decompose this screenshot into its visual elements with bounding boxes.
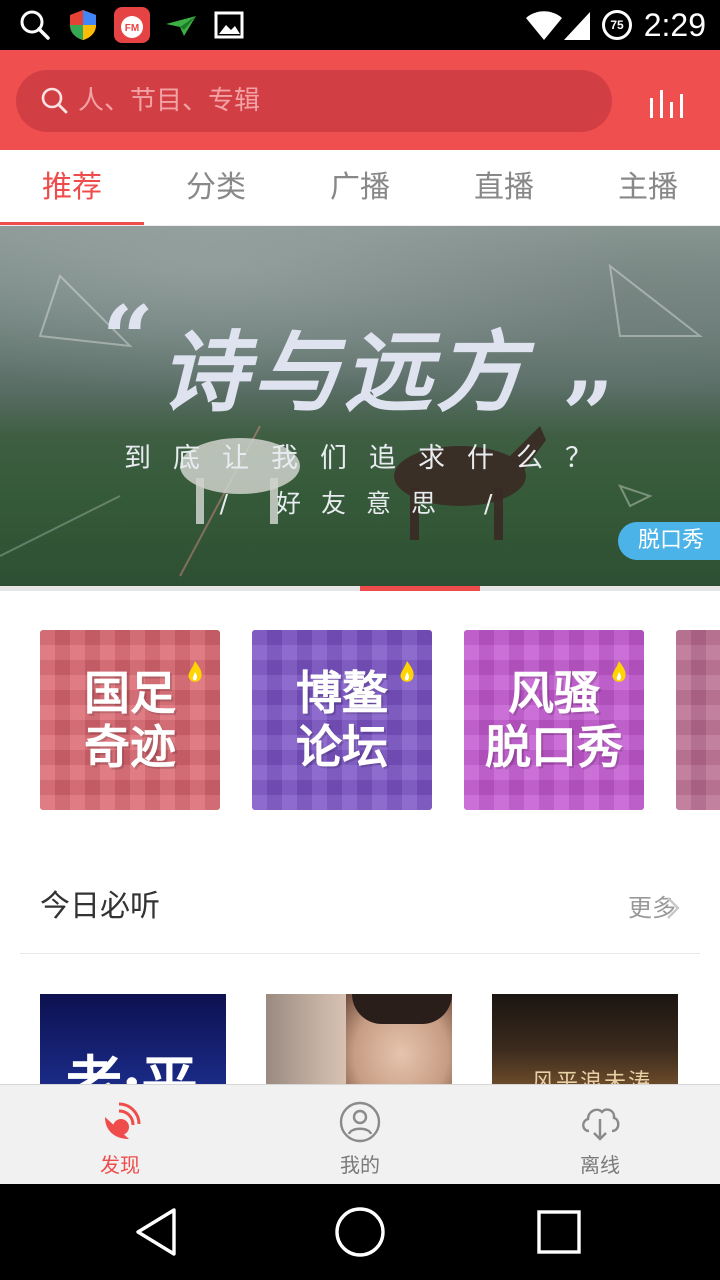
- nav-profile[interactable]: 我的: [240, 1085, 480, 1185]
- category-tile-national-football[interactable]: 国足 奇迹: [40, 630, 220, 810]
- bottom-navigation: 发现 我的 离线: [0, 1084, 720, 1184]
- banner-page-indicator-active: [360, 586, 480, 591]
- nav-profile-label: 我的: [340, 1153, 380, 1177]
- program-card-title: 风平浪未涛: [532, 1070, 653, 1084]
- banner-page-indicator: [0, 586, 720, 591]
- shield-icon: [70, 10, 96, 40]
- profile-icon: [339, 1101, 381, 1143]
- nav-discover[interactable]: 发现: [0, 1085, 240, 1185]
- discover-icon: [105, 1102, 141, 1139]
- program-card[interactable]: 老·平: [40, 994, 226, 1084]
- banner-category-tag: 脱口秀: [617, 522, 720, 560]
- section-title: 今日必听: [40, 889, 160, 924]
- ranking-chart-icon[interactable]: [648, 86, 688, 120]
- nav-offline-label: 离线: [580, 1153, 620, 1177]
- signal-icon: [564, 12, 590, 40]
- active-tab-indicator: [0, 222, 144, 225]
- banner-subtitle-2: / 好友意思 /: [219, 489, 513, 518]
- image-icon: [214, 11, 244, 39]
- hot-flame-icon: [188, 661, 202, 682]
- hot-flame-icon: [400, 661, 414, 682]
- banner-title: 诗与远方: [160, 320, 529, 424]
- wifi-icon: [526, 11, 562, 40]
- program-card[interactable]: 风平浪未涛: [492, 994, 678, 1084]
- search-icon: [20, 10, 50, 40]
- recents-icon[interactable]: [536, 1209, 582, 1255]
- app-header: 人、节目、专辑: [0, 50, 720, 150]
- category-tabs: 推荐 分类 广播 直播 主播: [0, 150, 720, 226]
- clock: 2:29: [643, 7, 706, 43]
- download-cloud-icon: [582, 1108, 620, 1141]
- nav-offline[interactable]: 离线: [480, 1085, 720, 1185]
- nav-discover-label: 发现: [100, 1153, 140, 1177]
- status-bar: FM 75 2:29: [0, 0, 720, 50]
- banner-quote-open: “: [102, 286, 154, 392]
- svg-text:FM: FM: [125, 23, 139, 34]
- banner-subtitle: 到底让我们追求什么？: [124, 443, 614, 474]
- fm-app-icon: FM: [114, 7, 150, 43]
- category-tile-talk-show[interactable]: 风骚 脱口秀: [464, 630, 644, 810]
- battery-indicator: 75: [602, 10, 632, 40]
- tab-live[interactable]: 直播: [432, 150, 576, 226]
- search-bar[interactable]: 人、节目、专辑: [16, 70, 612, 132]
- category-tile-partial[interactable]: [676, 630, 720, 810]
- category-tile-boao-forum[interactable]: 博鳌 论坛: [252, 630, 432, 810]
- hot-flame-icon: [612, 661, 626, 682]
- back-icon[interactable]: [132, 1206, 184, 1258]
- tab-recommend[interactable]: 推荐: [0, 150, 144, 226]
- program-card-photo-hair: [352, 994, 452, 1024]
- section-divider: [20, 953, 700, 954]
- chevron-right-icon[interactable]: [666, 896, 680, 920]
- search-icon: [41, 87, 68, 114]
- app-screen: FM 75 2:29 人、节目、专辑 推荐 分类 广播 直播 主播 “ 诗与远方…: [0, 0, 720, 1280]
- banner-carousel[interactable]: “ 诗与远方 ” 到底让我们追求什么？ / 好友意思 / 脱口秀: [0, 226, 720, 586]
- home-icon[interactable]: [334, 1206, 386, 1258]
- tab-categories[interactable]: 分类: [144, 150, 288, 226]
- program-card[interactable]: [266, 994, 452, 1084]
- program-card-title: 老·平: [66, 1050, 198, 1084]
- search-placeholder: 人、节目、专辑: [78, 86, 261, 116]
- tile-pattern: [676, 630, 720, 810]
- paper-plane-icon: [166, 16, 196, 36]
- system-navigation-bar: [0, 1184, 720, 1280]
- tab-hosts[interactable]: 主播: [576, 150, 720, 226]
- tab-radio[interactable]: 广播: [288, 150, 432, 226]
